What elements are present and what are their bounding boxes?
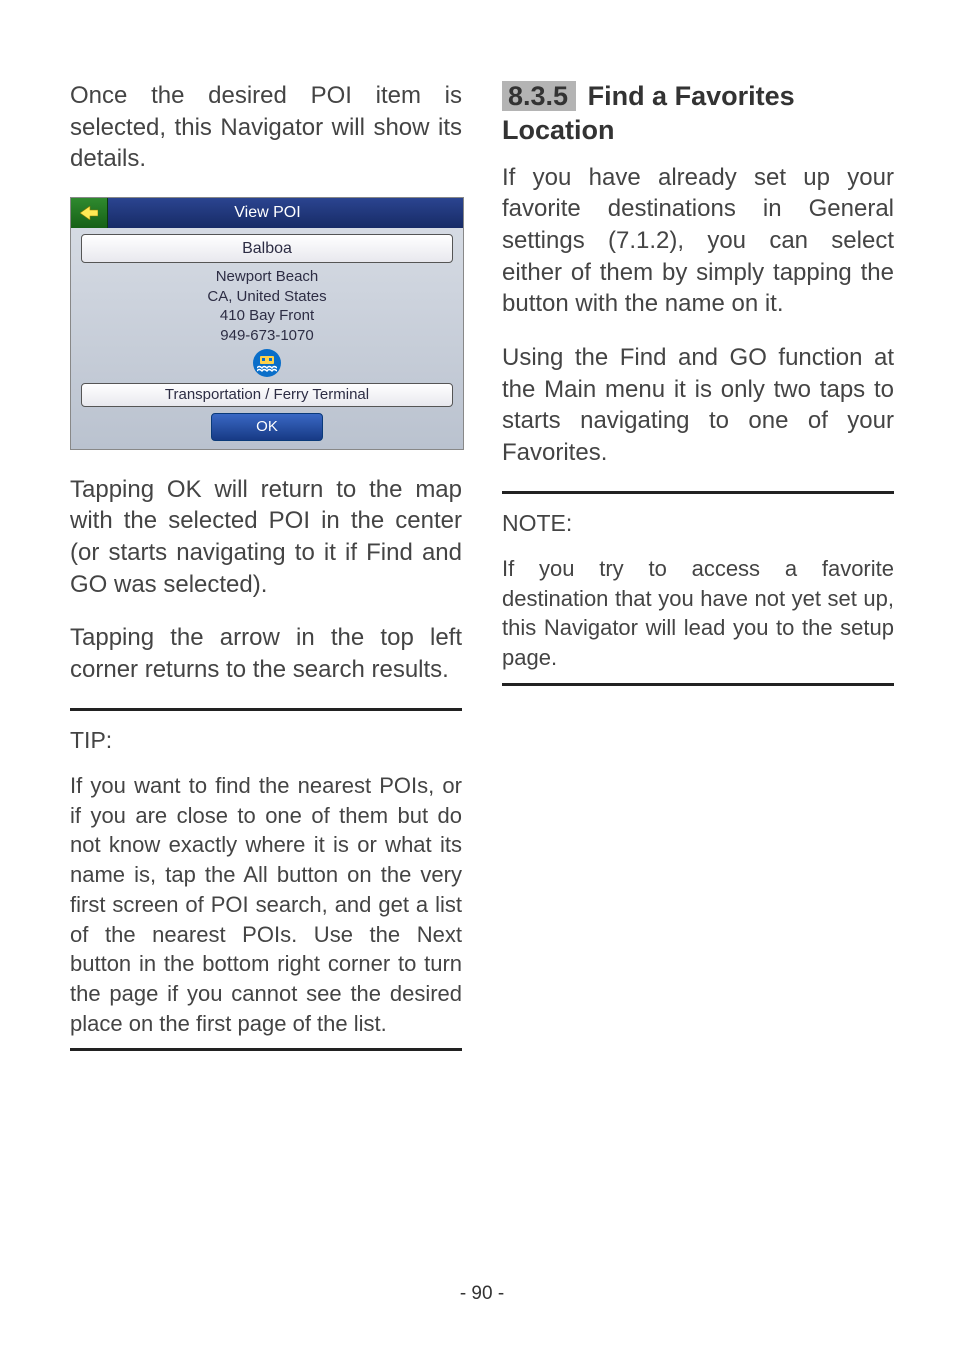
divider [502,491,894,494]
after-paragraph-2: Tapping the arrow in the top left corner… [70,622,462,685]
tip-body: If you want to find the nearest POIs, or… [70,771,462,1038]
divider [70,1048,462,1051]
poi-category-field[interactable]: Transportation / Ferry Terminal [81,383,453,407]
arrow-left-icon [80,206,98,220]
two-column-layout: Once the desired POI item is selected, t… [70,80,894,1273]
poi-name-field[interactable]: Balboa [81,234,453,263]
view-poi-screenshot: View POI Balboa Newport Beach CA, United… [70,197,464,450]
right-column: 8.3.5 Find a Favorites Location If you h… [502,80,894,1273]
ferry-terminal-icon [253,349,281,377]
divider [502,683,894,686]
right-paragraph-2: Using the Find and GO function at the Ma… [502,342,894,469]
manual-page: Once the desired POI item is selected, t… [0,0,954,1345]
poi-state: CA, United States [79,287,455,307]
section-number: 8.3.5 [502,81,576,111]
view-poi-header: View POI [71,198,463,228]
ok-button[interactable]: OK [211,413,323,441]
view-poi-title: View POI [108,202,463,223]
poi-address: 410 Bay Front [79,306,455,326]
view-poi-body: Balboa Newport Beach CA, United States 4… [71,228,463,449]
poi-phone: 949-673-1070 [79,326,455,346]
divider [70,708,462,711]
page-number: - 90 - [70,1283,894,1305]
right-paragraph-1: If you have already set up your favorite… [502,162,894,320]
tip-label: TIP: [70,725,462,755]
after-paragraph-1: Tapping OK will return to the map with t… [70,474,462,601]
back-button[interactable] [71,198,108,228]
note-label: NOTE: [502,508,894,538]
note-body: If you try to access a favorite destinat… [502,554,894,673]
section-heading: 8.3.5 Find a Favorites Location [502,80,894,148]
intro-paragraph: Once the desired POI item is selected, t… [70,80,462,175]
poi-city: Newport Beach [79,267,455,287]
left-column: Once the desired POI item is selected, t… [70,80,462,1273]
